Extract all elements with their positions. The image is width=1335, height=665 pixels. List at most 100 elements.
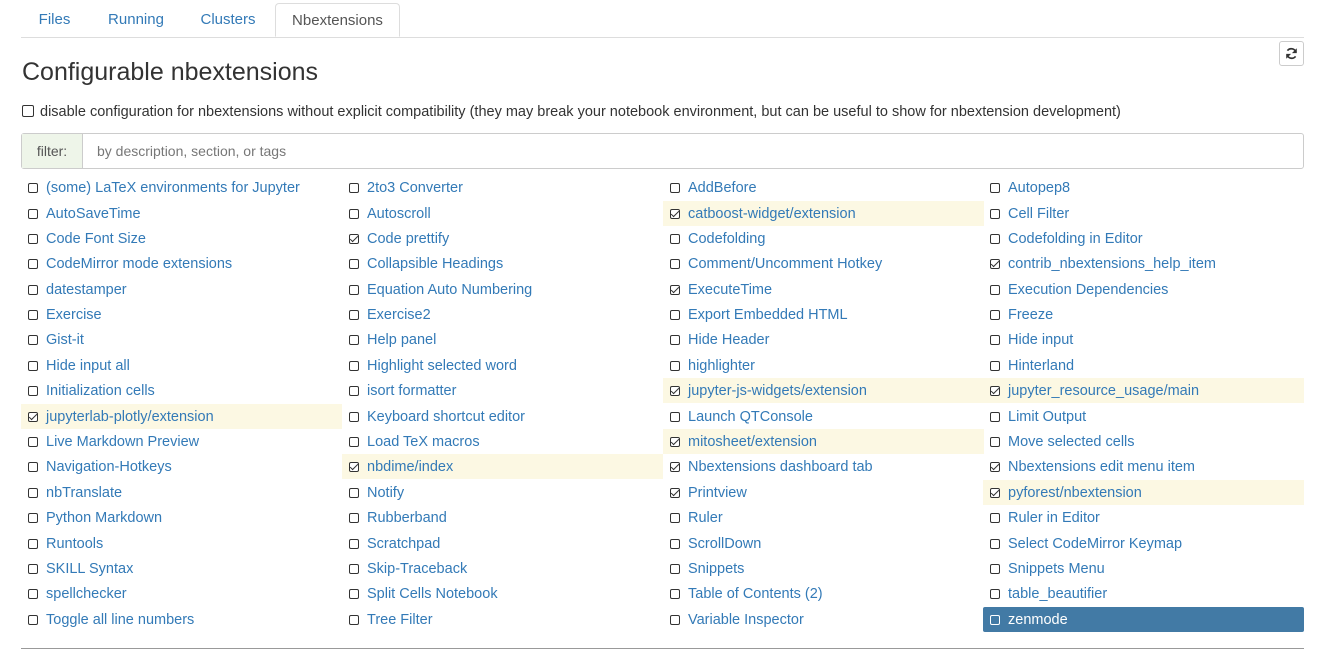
nbextension-checkbox[interactable]	[28, 284, 38, 295]
nbextension-item[interactable]: catboost-widget/extension	[663, 201, 984, 226]
nbextension-checkbox[interactable]	[28, 487, 38, 498]
nbextension-checkbox[interactable]	[349, 284, 359, 295]
nbextension-checkbox[interactable]	[990, 182, 1000, 193]
nbextension-checkbox[interactable]	[349, 588, 359, 599]
nbextension-item[interactable]: Table of Contents (2)	[663, 581, 984, 606]
nbextension-item[interactable]: ExecuteTime	[663, 277, 984, 302]
nbextension-checkbox[interactable]	[990, 538, 1000, 549]
nbextension-checkbox[interactable]	[990, 487, 1000, 498]
nbextension-item[interactable]: SKILL Syntax	[21, 556, 342, 581]
nbextension-checkbox[interactable]	[28, 538, 38, 549]
nbextension-item[interactable]: Code Font Size	[21, 226, 342, 251]
nbextension-item[interactable]: Limit Output	[983, 404, 1304, 429]
nbextension-checkbox[interactable]	[28, 588, 38, 599]
nbextension-item[interactable]: Hide input	[983, 327, 1304, 352]
nbextension-item[interactable]: Freeze	[983, 302, 1304, 327]
tab-clusters[interactable]: Clusters	[187, 3, 269, 37]
nbextension-checkbox[interactable]	[349, 487, 359, 498]
nbextension-item[interactable]: Printview	[663, 480, 984, 505]
nbextension-item[interactable]: Codefolding in Editor	[983, 226, 1304, 251]
nbextension-item[interactable]: Toggle all line numbers	[21, 607, 342, 632]
nbextension-item[interactable]: mitosheet/extension	[663, 429, 984, 454]
nbextension-checkbox[interactable]	[670, 538, 680, 549]
nbextension-checkbox[interactable]	[349, 385, 359, 396]
nbextension-checkbox[interactable]	[28, 436, 38, 447]
nbextension-item[interactable]: Export Embedded HTML	[663, 302, 984, 327]
nbextension-checkbox[interactable]	[28, 411, 38, 422]
nbextension-checkbox[interactable]	[28, 563, 38, 574]
nbextension-item[interactable]: Exercise	[21, 302, 342, 327]
nbextension-item[interactable]: Help panel	[342, 327, 663, 352]
nbextension-item[interactable]: Launch QTConsole	[663, 404, 984, 429]
nbextension-item[interactable]: Exercise2	[342, 302, 663, 327]
nbextension-checkbox[interactable]	[28, 182, 38, 193]
nbextension-item[interactable]: Snippets Menu	[983, 556, 1304, 581]
nbextension-item[interactable]: datestamper	[21, 277, 342, 302]
nbextension-item[interactable]: (some) LaTeX environments for Jupyter	[21, 175, 342, 200]
nbextension-item[interactable]: Ruler	[663, 505, 984, 530]
nbextension-checkbox[interactable]	[990, 614, 1000, 625]
nbextension-checkbox[interactable]	[670, 385, 680, 396]
nbextension-item[interactable]: Collapsible Headings	[342, 251, 663, 276]
nbextension-checkbox[interactable]	[349, 309, 359, 320]
nbextension-checkbox[interactable]	[349, 360, 359, 371]
nbextension-checkbox[interactable]	[349, 182, 359, 193]
nbextension-checkbox[interactable]	[670, 284, 680, 295]
nbextension-item[interactable]: Execution Dependencies	[983, 277, 1304, 302]
tab-nbextensions[interactable]: Nbextensions	[275, 3, 400, 37]
nbextension-item[interactable]: jupyterlab-plotly/extension	[21, 404, 342, 429]
nbextension-item[interactable]: Select CodeMirror Keymap	[983, 531, 1304, 556]
nbextension-checkbox[interactable]	[28, 309, 38, 320]
nbextension-item[interactable]: Split Cells Notebook	[342, 581, 663, 606]
nbextension-checkbox[interactable]	[990, 411, 1000, 422]
nbextension-item[interactable]: Nbextensions dashboard tab	[663, 454, 984, 479]
nbextension-item[interactable]: Hinterland	[983, 353, 1304, 378]
nbextension-item[interactable]: Skip-Traceback	[342, 556, 663, 581]
nbextension-item[interactable]: Snippets	[663, 556, 984, 581]
nbextension-checkbox[interactable]	[670, 309, 680, 320]
nbextension-item[interactable]: jupyter-js-widgets/extension	[663, 378, 984, 403]
nbextension-item[interactable]: jupyter_resource_usage/main	[983, 378, 1304, 403]
nbextension-checkbox[interactable]	[990, 258, 1000, 269]
nbextension-checkbox[interactable]	[28, 233, 38, 244]
nbextension-checkbox[interactable]	[28, 360, 38, 371]
nbextension-checkbox[interactable]	[990, 309, 1000, 320]
nbextension-checkbox[interactable]	[670, 461, 680, 472]
refresh-button[interactable]	[1279, 41, 1304, 66]
nbextension-checkbox[interactable]	[990, 385, 1000, 396]
nbextension-checkbox[interactable]	[28, 512, 38, 523]
nbextension-checkbox[interactable]	[670, 588, 680, 599]
nbextension-item[interactable]: Cell Filter	[983, 201, 1304, 226]
nbextension-item[interactable]: Comment/Uncomment Hotkey	[663, 251, 984, 276]
nbextension-checkbox[interactable]	[349, 512, 359, 523]
nbextension-checkbox[interactable]	[28, 334, 38, 345]
nbextension-item[interactable]: Equation Auto Numbering	[342, 277, 663, 302]
nbextension-checkbox[interactable]	[670, 614, 680, 625]
nbextension-item[interactable]: Rubberband	[342, 505, 663, 530]
tab-files[interactable]: Files	[21, 3, 88, 37]
nbextension-checkbox[interactable]	[990, 563, 1000, 574]
nbextension-item[interactable]: Tree Filter	[342, 607, 663, 632]
nbextension-checkbox[interactable]	[670, 208, 680, 219]
nbextension-item[interactable]: AutoSaveTime	[21, 201, 342, 226]
nbextension-checkbox[interactable]	[670, 182, 680, 193]
nbextension-checkbox[interactable]	[349, 411, 359, 422]
nbextension-item[interactable]: Codefolding	[663, 226, 984, 251]
tab-running[interactable]: Running	[96, 3, 176, 37]
nbextension-item[interactable]: Keyboard shortcut editor	[342, 404, 663, 429]
nbextension-checkbox[interactable]	[28, 385, 38, 396]
nbextension-item[interactable]: spellchecker	[21, 581, 342, 606]
filter-input[interactable]	[83, 134, 1303, 168]
compat-checkbox[interactable]	[22, 104, 34, 117]
nbextension-item[interactable]: Move selected cells	[983, 429, 1304, 454]
nbextension-checkbox[interactable]	[349, 538, 359, 549]
nbextension-checkbox[interactable]	[670, 411, 680, 422]
nbextension-item[interactable]: Autopep8	[983, 175, 1304, 200]
nbextension-checkbox[interactable]	[990, 461, 1000, 472]
nbextension-item[interactable]: Code prettify	[342, 226, 663, 251]
nbextension-checkbox[interactable]	[349, 614, 359, 625]
nbextension-item[interactable]: Load TeX macros	[342, 429, 663, 454]
nbextension-checkbox[interactable]	[990, 588, 1000, 599]
nbextension-item[interactable]: Ruler in Editor	[983, 505, 1304, 530]
nbextension-item[interactable]: Hide input all	[21, 353, 342, 378]
